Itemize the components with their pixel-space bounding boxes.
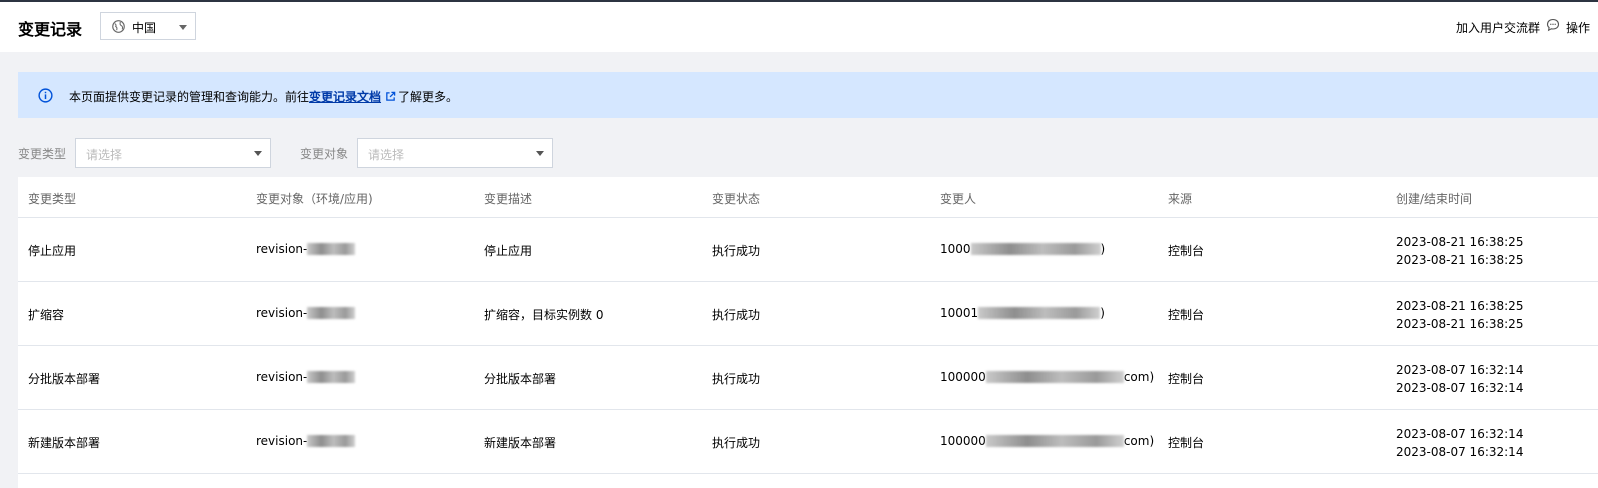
column-header-time: 创建/结束时间 [1396, 192, 1473, 206]
change-target-select[interactable]: 请选择 [357, 138, 553, 168]
column-header-operator: 变更人 [940, 192, 977, 206]
external-link-icon[interactable] [385, 91, 396, 102]
created-time: 2023-08-21 16:38:25 [1396, 299, 1524, 313]
operator-text: 10001 [940, 306, 979, 320]
operator-text: 1000 [940, 242, 971, 256]
column-header-target: 变更对象（环境/应用) [256, 192, 373, 206]
row-time: 2023-08-21 16:38:25 2023-08-21 16:38:25 [1396, 233, 1523, 269]
redacted-blur [985, 371, 1124, 383]
change-records-table: 变更类型 变更对象（环境/应用) 变更描述 变更状态 变更人 来源 创建/结束时… [18, 177, 1598, 488]
region-label: 中国 [132, 21, 157, 35]
redacted-blur [985, 435, 1124, 447]
operation-guide-link[interactable]: 操作 [1566, 19, 1598, 36]
region-selector[interactable]: 中国 [100, 12, 196, 40]
redacted-blur [307, 371, 356, 383]
created-time: 2023-08-07 16:32:14 [1396, 363, 1524, 377]
chevron-down-icon [179, 25, 187, 30]
change-target-label: 变更对象 [300, 147, 349, 161]
row-description: 新建版本部署 [484, 436, 557, 450]
row-type: 分批版本部署 [28, 372, 101, 386]
page-header: 变更记录 中国 加入用户交流群 操作 [0, 2, 1598, 52]
row-status: 执行成功 [712, 436, 761, 450]
table-row: 新建版本部署 revision- 新建版本部署 执行成功 100000 com) … [18, 409, 1598, 474]
row-source: 控制台 [1168, 244, 1205, 258]
redacted-blur [307, 307, 356, 319]
row-status: 执行成功 [712, 372, 761, 386]
row-target[interactable]: revision- [256, 434, 356, 448]
row-type: 新建版本部署 [28, 436, 101, 450]
target-text: revision- [256, 242, 308, 256]
column-header-description: 变更描述 [484, 192, 533, 206]
banner-text-after: 了解更多。 [398, 90, 459, 104]
operator-suffix: com) [1123, 434, 1155, 448]
row-time: 2023-08-07 16:32:14 2023-08-07 16:32:14 [1396, 361, 1523, 397]
created-time: 2023-08-07 16:32:14 [1396, 427, 1524, 441]
redacted-blur [970, 243, 1101, 255]
operator-suffix: ) [1100, 306, 1105, 320]
row-description: 停止应用 [484, 244, 533, 258]
table-header: 变更类型 变更对象（环境/应用) 变更描述 变更状态 变更人 来源 创建/结束时… [18, 177, 1598, 218]
info-icon [38, 88, 53, 103]
row-operator: 10001) [940, 306, 1105, 320]
row-time: 2023-08-07 16:32:14 2023-08-07 16:32:14 [1396, 425, 1523, 461]
join-group-link[interactable]: 加入用户交流群 [1456, 19, 1540, 36]
banner-text-before: 本页面提供变更记录的管理和查询能力。前往 [69, 90, 310, 104]
row-time: 2023-08-21 16:38:25 2023-08-21 16:38:25 [1396, 297, 1523, 333]
globe-icon [112, 20, 125, 33]
ended-time: 2023-08-21 16:38:25 [1396, 317, 1524, 331]
row-source: 控制台 [1168, 308, 1205, 322]
docs-link[interactable]: 变更记录文档 [309, 90, 381, 104]
redacted-blur [978, 307, 1101, 319]
table-row: 分批版本部署 revision- 分批版本部署 执行成功 100000 com) … [18, 345, 1598, 410]
row-target[interactable]: revision- [256, 306, 356, 320]
change-type-label: 变更类型 [18, 147, 67, 161]
column-header-status: 变更状态 [712, 192, 761, 206]
row-status: 执行成功 [712, 308, 761, 322]
ended-time: 2023-08-07 16:32:14 [1396, 381, 1524, 395]
banner-text: 本页面提供变更记录的管理和查询能力。前往变更记录文档 了解更多。 [69, 88, 458, 105]
chat-bubble-icon[interactable] [1546, 18, 1560, 32]
operator-text: 100000 [940, 370, 986, 384]
row-type: 扩缩容 [28, 308, 65, 322]
row-source: 控制台 [1168, 436, 1205, 450]
change-type-select[interactable]: 请选择 [75, 138, 271, 168]
chevron-down-icon [536, 151, 544, 156]
row-target[interactable]: revision- [256, 370, 356, 384]
row-operator: 100000 com) [940, 434, 1154, 448]
row-operator: 1000) [940, 242, 1105, 256]
operator-text: 100000 [940, 434, 986, 448]
change-type-placeholder: 请选择 [86, 148, 123, 162]
column-header-source: 来源 [1168, 192, 1193, 206]
column-header-type: 变更类型 [28, 192, 77, 206]
table-row: 停止应用 revision- 停止应用 执行成功 1000) 控制台 2023-… [18, 217, 1598, 282]
page-title: 变更记录 [18, 20, 83, 39]
redacted-blur [307, 435, 356, 447]
ended-time: 2023-08-07 16:32:14 [1396, 445, 1524, 459]
operator-suffix: com) [1123, 370, 1155, 384]
row-description: 扩缩容，目标实例数 0 [484, 308, 604, 322]
created-time: 2023-08-21 16:38:25 [1396, 235, 1524, 249]
target-text: revision- [256, 306, 308, 320]
change-target-placeholder: 请选择 [368, 148, 405, 162]
row-description: 分批版本部署 [484, 372, 557, 386]
target-text: revision- [256, 370, 308, 384]
redacted-blur [307, 243, 356, 255]
row-source: 控制台 [1168, 372, 1205, 386]
row-type: 停止应用 [28, 244, 77, 258]
row-target[interactable]: revision- [256, 242, 356, 256]
row-status: 执行成功 [712, 244, 761, 258]
table-row: 扩缩容 revision- 扩缩容，目标实例数 0 执行成功 10001) 控制… [18, 281, 1598, 346]
chevron-down-icon [254, 151, 262, 156]
ended-time: 2023-08-21 16:38:25 [1396, 253, 1524, 267]
target-text: revision- [256, 434, 308, 448]
row-operator: 100000 com) [940, 370, 1154, 384]
info-banner: 本页面提供变更记录的管理和查询能力。前往变更记录文档 了解更多。 [18, 72, 1598, 118]
operator-suffix: ) [1100, 242, 1106, 256]
